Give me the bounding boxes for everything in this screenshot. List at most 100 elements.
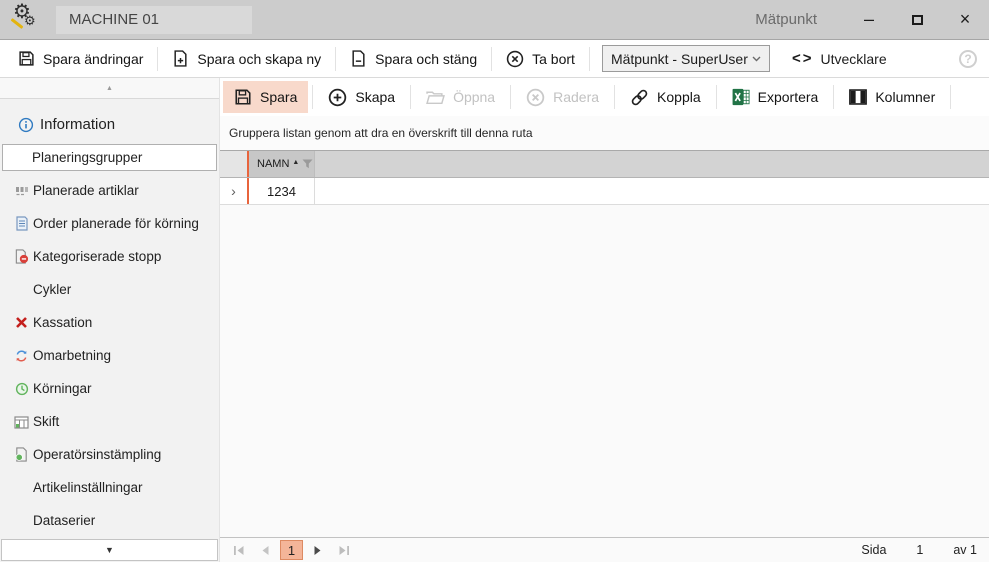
save-changes-button[interactable]: Spara ändringar xyxy=(8,44,153,73)
columns-label: Kolumner xyxy=(875,89,935,105)
orders-icon xyxy=(13,216,30,232)
maximize-button[interactable] xyxy=(893,0,941,39)
save-and-new-button[interactable]: Spara och skapa ny xyxy=(162,44,331,73)
sidebar-item-kategoriserade-stopp[interactable]: Kategoriserade stopp xyxy=(0,240,219,273)
last-page-button xyxy=(333,541,355,560)
sidebar-item-label: Planeringsgrupper xyxy=(32,150,142,165)
delete-label: Radera xyxy=(553,89,599,105)
operator-clock-in-icon xyxy=(13,447,30,463)
grid-empty-area xyxy=(220,205,989,537)
table-row[interactable]: › 1234 xyxy=(220,178,989,205)
save-and-new-label: Spara och skapa ny xyxy=(197,51,321,67)
create-label: Skapa xyxy=(355,89,395,105)
open-button: Öppna xyxy=(415,82,506,113)
app-window: ⚙ ⚙ MACHINE 01 Mätpunkt – × Spara ändrin… xyxy=(0,0,989,562)
sidebar-item-cykler[interactable]: Cykler xyxy=(0,273,219,306)
row-expander[interactable]: › xyxy=(220,178,247,204)
save-and-close-button[interactable]: Spara och stäng xyxy=(340,44,487,73)
main-content: Spara Skapa Öppna Radera xyxy=(220,78,989,562)
sidebar-item-dataserier[interactable]: Dataserier xyxy=(0,504,219,537)
toolbar-divider xyxy=(614,85,615,109)
columns-icon xyxy=(849,89,867,105)
help-icon[interactable]: ? xyxy=(959,50,977,68)
sidebar-item-label: Dataserier xyxy=(33,513,95,528)
toolbar-divider xyxy=(716,85,717,109)
column-label: NAMN xyxy=(257,158,289,170)
command-toolbar: Spara ändringar Spara och skapa ny Spara… xyxy=(0,40,989,78)
chevron-down-icon xyxy=(752,56,761,62)
next-page-button[interactable] xyxy=(307,541,329,560)
sidebar-item-label: Order planerade för körning xyxy=(33,216,199,231)
machine-name-field[interactable]: MACHINE 01 xyxy=(56,6,252,34)
planned-articles-icon xyxy=(13,183,30,199)
sidebar-item-label: Körningar xyxy=(33,381,92,396)
expander-column-header xyxy=(220,151,247,177)
role-dropdown[interactable]: Mätpunkt - SuperUser xyxy=(602,45,770,72)
first-page-button xyxy=(228,541,250,560)
create-icon xyxy=(328,88,347,107)
sidebar-items: Information Planeringsgrupper Planerade … xyxy=(0,99,219,538)
save-icon xyxy=(18,50,35,67)
page-label: Sida xyxy=(861,543,886,557)
sidebar-item-information[interactable]: Information xyxy=(0,108,219,141)
grid-header-filler xyxy=(315,151,989,177)
sidebar-item-omarbetning[interactable]: Omarbetning xyxy=(0,339,219,372)
toolbar-divider xyxy=(833,85,834,109)
funnel-icon[interactable] xyxy=(302,159,313,169)
save-button[interactable]: Spara xyxy=(223,81,308,113)
open-label: Öppna xyxy=(453,89,495,105)
sidebar-item-artikelinstallningar[interactable]: Artikelinställningar xyxy=(0,471,219,504)
export-button[interactable]: Exportera xyxy=(721,81,830,113)
columns-button[interactable]: Kolumner xyxy=(838,82,946,112)
group-by-hint[interactable]: Gruppera listan genom att dra en överskr… xyxy=(220,116,989,150)
sidebar-item-planerade-artiklar[interactable]: Planerade artiklar xyxy=(0,174,219,207)
maximize-icon xyxy=(912,15,923,25)
remove-icon xyxy=(506,50,524,68)
link-button[interactable]: Koppla xyxy=(619,81,712,114)
sidebar-item-korningar[interactable]: Körningar xyxy=(0,372,219,405)
sidebar-item-operatorsinstampling[interactable]: Operatörsinstämpling xyxy=(0,438,219,471)
page-number[interactable]: 1 xyxy=(916,543,923,557)
current-page-button[interactable]: 1 xyxy=(280,540,303,560)
sidebar-item-label: Cykler xyxy=(33,282,71,297)
save-label: Spara xyxy=(260,89,297,105)
toolbar-divider xyxy=(510,85,511,109)
sidebar-item-label: Omarbetning xyxy=(33,348,111,363)
sidebar-scroll-up-button[interactable]: ▲ xyxy=(0,78,219,99)
sidebar-item-label: Kategoriserade stopp xyxy=(33,249,161,264)
sidebar-item-skift[interactable]: Skift xyxy=(0,405,219,438)
developer-button[interactable]: <> Utvecklare xyxy=(792,50,887,67)
info-icon xyxy=(17,117,34,133)
column-header-namn[interactable]: NAMN ▲ xyxy=(249,151,315,177)
sort-asc-icon: ▲ xyxy=(292,159,299,166)
toolbar-divider xyxy=(950,85,951,109)
sidebar-item-kassation[interactable]: Kassation xyxy=(0,306,219,339)
pagination-bar: 1 Sida 1 av 1 xyxy=(220,537,989,562)
cell-namn: 1234 xyxy=(249,178,315,204)
content-toolbar: Spara Skapa Öppna Radera xyxy=(220,78,989,116)
open-folder-icon xyxy=(426,89,445,106)
sidebar-item-planeringsgrupper[interactable]: Planeringsgrupper xyxy=(2,144,217,171)
link-label: Koppla xyxy=(657,89,701,105)
close-button[interactable]: × xyxy=(941,0,989,39)
gear-icon: ⚙ xyxy=(24,13,36,29)
app-gears-icon: ⚙ ⚙ xyxy=(6,2,46,38)
sidebar-item-order-planerade[interactable]: Order planerade för körning xyxy=(0,207,219,240)
runs-icon xyxy=(13,381,30,397)
remove-button[interactable]: Ta bort xyxy=(496,44,585,74)
categorized-stops-icon xyxy=(13,249,30,265)
save-and-close-icon xyxy=(350,50,367,67)
titlebar: ⚙ ⚙ MACHINE 01 Mätpunkt – × xyxy=(0,0,989,40)
minimize-button[interactable]: – xyxy=(845,0,893,39)
rework-icon xyxy=(13,348,30,364)
sidebar-scroll-down-button[interactable]: ▼ xyxy=(1,539,218,561)
sidebar-item-label: Kassation xyxy=(33,315,92,330)
sidebar-item-label: Planerade artiklar xyxy=(33,183,139,198)
create-button[interactable]: Skapa xyxy=(317,81,406,114)
toolbar-divider xyxy=(491,47,492,71)
window-title: Mätpunkt xyxy=(755,11,817,28)
role-dropdown-value: Mätpunkt - SuperUser xyxy=(611,51,748,67)
save-icon xyxy=(234,88,252,106)
window-controls: – × xyxy=(845,0,989,39)
toolbar-divider xyxy=(410,85,411,109)
